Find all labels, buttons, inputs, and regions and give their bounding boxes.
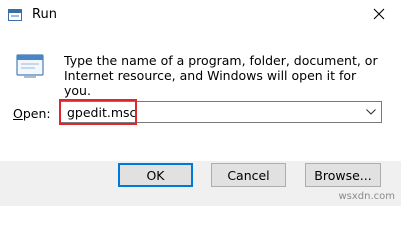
close-button[interactable] [367,4,391,26]
title-bar: Run [0,0,401,30]
watermark: wsxdn.com [338,191,395,202]
browse-button[interactable]: Browse... [305,163,381,187]
dialog-description: Type the name of a program, folder, docu… [64,53,378,98]
window-title: Run [32,7,57,22]
dialog-body: Type the name of a program, folder, docu… [0,30,401,161]
open-input[interactable] [63,103,361,121]
open-label: Open: [13,106,51,121]
run-app-icon [8,9,22,21]
open-label-accelerator: O [13,106,23,121]
run-dialog-icon [14,50,46,82]
cancel-button[interactable]: Cancel [211,163,286,187]
close-icon [373,8,385,23]
open-label-text: pen: [22,106,51,121]
open-combobox[interactable] [60,101,382,123]
ok-button[interactable]: OK [118,163,193,187]
run-dialog: Run Type the name of a program, folder, … [0,0,401,206]
dropdown-arrow-icon[interactable] [363,104,379,120]
